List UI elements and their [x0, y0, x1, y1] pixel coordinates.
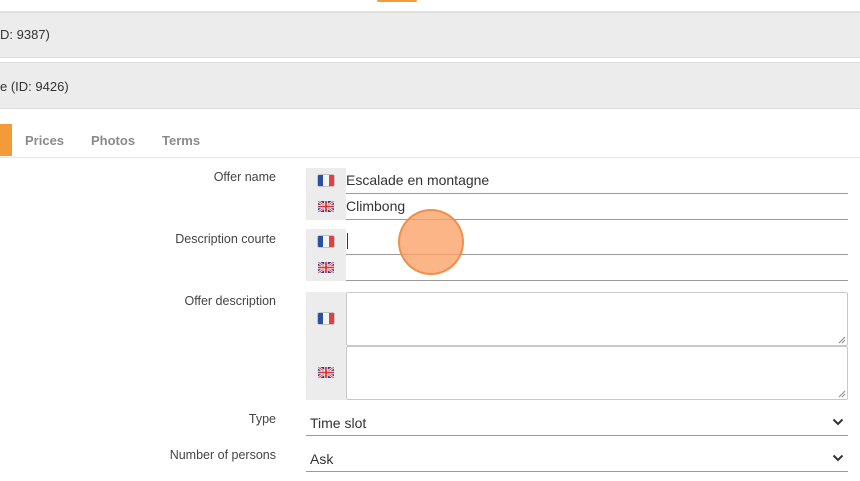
- parent-item-label: D: 9387): [0, 27, 50, 42]
- click-indicator: [398, 209, 464, 275]
- offer-description-fr-textarea[interactable]: [346, 292, 848, 346]
- type-select[interactable]: Time slot: [306, 408, 848, 436]
- type-label: Type: [248, 412, 276, 426]
- tab-active-indicator[interactable]: [0, 124, 12, 156]
- offer-name-label: Offer name: [213, 170, 276, 184]
- flag-fr-icon: [318, 175, 334, 186]
- flag-fr-icon: [318, 313, 334, 324]
- chevron-down-icon: [832, 454, 844, 462]
- text-caret: [347, 233, 348, 249]
- offer-item-bar[interactable]: e (ID: 9426): [0, 62, 860, 109]
- offer-description-en-textarea[interactable]: [346, 346, 848, 400]
- offer-name-flags: [306, 168, 346, 220]
- flag-fr-icon: [318, 236, 334, 247]
- type-selected-value: Time slot: [310, 415, 367, 431]
- short-description-label: Description courte: [175, 232, 276, 246]
- offer-description-label: Offer description: [184, 294, 276, 308]
- offer-description-flags: [306, 292, 346, 400]
- flag-uk-icon: [318, 262, 334, 273]
- chevron-down-icon: [832, 418, 844, 426]
- offer-name-fr-input[interactable]: Escalade en montagne: [346, 168, 848, 194]
- tab-terms[interactable]: Terms: [162, 133, 200, 148]
- offer-item-label: e (ID: 9426): [0, 79, 69, 94]
- flag-uk-icon: [318, 367, 334, 378]
- resize-handle-icon[interactable]: [838, 390, 846, 398]
- number-of-persons-selected-value: Ask: [310, 451, 334, 467]
- number-of-persons-select[interactable]: Ask: [306, 444, 848, 472]
- flag-uk-icon: [318, 201, 334, 212]
- active-top-tab-indicator: [377, 0, 417, 2]
- tab-prices[interactable]: Prices: [25, 133, 64, 148]
- top-border: [0, 0, 860, 12]
- short-description-flags: [306, 229, 346, 281]
- offer-tabs: Prices Photos Terms: [0, 122, 860, 158]
- tab-photos[interactable]: Photos: [91, 133, 135, 148]
- resize-handle-icon[interactable]: [838, 336, 846, 344]
- number-of-persons-label: Number of persons: [169, 448, 276, 462]
- parent-item-bar[interactable]: D: 9387): [0, 12, 860, 58]
